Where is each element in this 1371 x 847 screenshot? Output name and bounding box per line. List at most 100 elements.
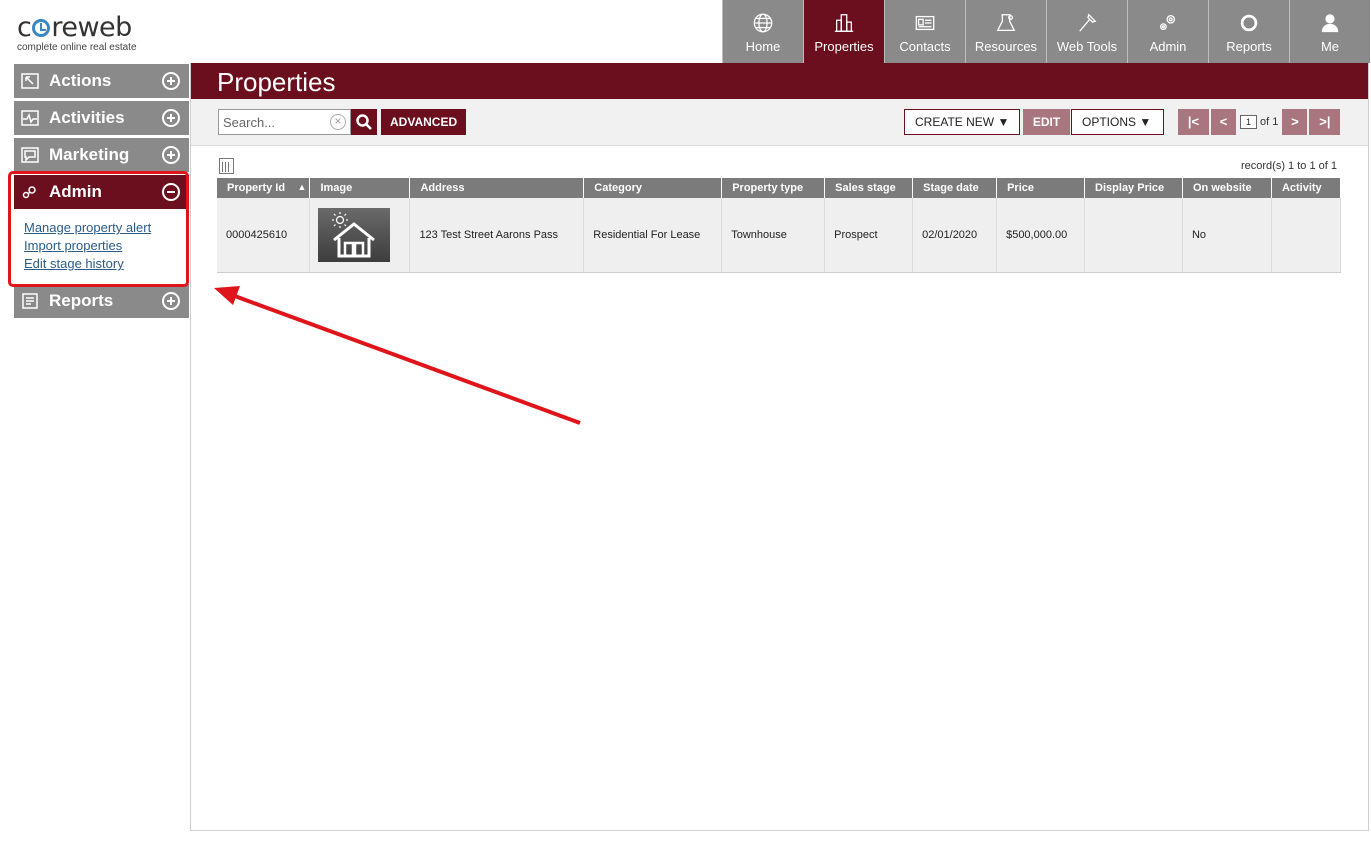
nav-resources-label: Resources	[974, 39, 1038, 54]
buildings-icon	[834, 14, 854, 32]
sidebar-label-actions: Actions	[49, 71, 112, 90]
dropdown-arrow-icon: ▼	[997, 115, 1010, 129]
create-new-label: CREATE NEW	[915, 115, 995, 129]
nav-web-tools-label: Web Tools	[1056, 39, 1118, 54]
nav-home[interactable]: Home	[722, 0, 803, 63]
nav-reports-label: Reports	[1226, 39, 1272, 54]
column-header[interactable]: Property Id ▲	[217, 178, 311, 198]
user-icon	[1321, 14, 1339, 33]
cell-stage-date: 02/01/2020	[912, 198, 998, 273]
create-new-button[interactable]: CREATE NEW ▼	[904, 109, 1020, 135]
main-panel: Properties × ADVANCED CREATE NEW ▼ EDIT …	[190, 63, 1369, 831]
top-navigation: Home Properties Contacts Resources Web T…	[722, 0, 1370, 63]
expand-plus-icon[interactable]	[162, 146, 180, 164]
sidebar: Actions Activities Marketing Admin Manag…	[14, 64, 189, 321]
nav-admin[interactable]: Admin	[1127, 0, 1208, 63]
page-title: Properties	[191, 63, 1368, 99]
cell-on-website: No	[1182, 198, 1272, 273]
cell-property-type: Townhouse	[721, 198, 826, 273]
coreweb-logo[interactable]: c reweb complete online real estate	[17, 14, 137, 54]
column-header[interactable]: Property type	[721, 178, 826, 198]
search-input[interactable]	[219, 110, 324, 134]
column-header[interactable]: On website	[1182, 178, 1272, 198]
sidebar-section-activities[interactable]: Activities	[14, 101, 189, 135]
contact-card-icon	[915, 15, 935, 31]
nav-properties[interactable]: Properties	[803, 0, 884, 63]
sidebar-label-admin: Admin	[49, 182, 102, 201]
logo-clock-icon	[32, 19, 51, 37]
nav-me-label: Me	[1320, 39, 1340, 54]
first-page-button[interactable]: |<	[1178, 109, 1209, 135]
nav-contacts[interactable]: Contacts	[884, 0, 965, 63]
collapse-minus-icon[interactable]	[162, 183, 180, 201]
cell-property-id: 0000425610	[217, 198, 311, 273]
column-header[interactable]: Price	[996, 178, 1086, 198]
lab-flask-icon	[996, 14, 1016, 31]
next-page-button[interactable]: >	[1282, 109, 1308, 135]
nav-properties-label: Properties	[814, 39, 874, 54]
edit-stage-history-link[interactable]: Edit stage history	[24, 255, 179, 273]
actions-icon	[19, 72, 41, 90]
page-count: of 1	[1260, 116, 1279, 128]
column-header[interactable]: Display Price	[1084, 178, 1183, 198]
toolbar: × ADVANCED CREATE NEW ▼ EDIT OPTIONS ▼ |…	[191, 99, 1368, 146]
column-header[interactable]: Activity	[1271, 178, 1342, 198]
last-page-button[interactable]: >|	[1309, 109, 1341, 135]
column-header[interactable]: Category	[583, 178, 723, 198]
table-row[interactable]: 0000425610 123 Test Street Aarons Pass R…	[217, 198, 1342, 273]
sidebar-label-reports: Reports	[49, 291, 114, 310]
sidebar-section-actions[interactable]: Actions	[14, 64, 189, 98]
document-icon	[19, 292, 41, 310]
nav-web-tools[interactable]: Web Tools	[1046, 0, 1127, 63]
table-header-row: Property Id ▲ Image Address Category Prop…	[217, 178, 1342, 198]
nav-reports[interactable]: Reports	[1208, 0, 1289, 63]
house-placeholder-icon[interactable]	[318, 207, 391, 262]
expand-plus-icon[interactable]	[162, 72, 180, 90]
cell-activity	[1271, 198, 1342, 273]
cell-price: $500,000.00	[996, 198, 1086, 273]
manage-property-alert-link[interactable]: Manage property alert	[24, 219, 179, 237]
column-header[interactable]: Address	[409, 178, 585, 198]
expand-plus-icon[interactable]	[162, 292, 180, 310]
magnifier-icon	[356, 114, 372, 130]
sort-ascending-icon: ▲	[297, 182, 307, 192]
column-header[interactable]: Stage date	[912, 178, 998, 198]
nav-resources[interactable]: Resources	[965, 0, 1046, 63]
page-number-input[interactable]: 1	[1240, 115, 1257, 129]
logo-tagline: complete online real estate	[17, 42, 137, 53]
records-count: record(s) 1 to 1 of 1	[1241, 160, 1337, 172]
sidebar-section-admin[interactable]: Admin	[14, 175, 189, 209]
pagination: |< < 1 of 1 > >|	[1178, 109, 1342, 135]
sidebar-section-reports[interactable]: Reports	[14, 284, 189, 318]
dropdown-arrow-icon: ▼	[1139, 115, 1152, 129]
chat-bubble-icon	[19, 146, 41, 164]
nav-admin-label: Admin	[1149, 39, 1187, 54]
gears-icon	[1160, 15, 1176, 31]
expand-plus-icon[interactable]	[162, 109, 180, 127]
clear-search-icon[interactable]: ×	[330, 114, 346, 130]
cell-image	[309, 198, 411, 273]
sidebar-label-activities: Activities	[49, 108, 125, 127]
hammer-icon	[1079, 13, 1097, 32]
prev-page-button[interactable]: <	[1211, 109, 1236, 135]
column-chooser-icon[interactable]	[219, 158, 234, 174]
sidebar-label-marketing: Marketing	[49, 145, 130, 164]
cell-display-price	[1084, 198, 1183, 273]
sidebar-section-marketing[interactable]: Marketing	[14, 138, 189, 172]
column-header[interactable]: Sales stage	[824, 178, 914, 198]
column-header[interactable]: Image	[309, 178, 411, 198]
admin-links: Manage property alert Import properties …	[14, 209, 189, 285]
globe-icon	[753, 13, 773, 33]
search-button[interactable]	[351, 109, 377, 135]
advanced-search-button[interactable]: ADVANCED	[381, 109, 467, 135]
activity-pulse-icon	[19, 109, 41, 127]
import-properties-link[interactable]: Import properties	[24, 237, 179, 255]
nav-home-label: Home	[745, 39, 781, 54]
cell-sales-stage: Prospect	[824, 198, 914, 273]
edit-button[interactable]: EDIT	[1023, 109, 1070, 135]
lifebuoy-icon	[1240, 14, 1258, 32]
nav-me[interactable]: Me	[1289, 0, 1370, 63]
cell-category: Residential For Lease	[583, 198, 723, 273]
key-icon	[19, 183, 41, 201]
options-button[interactable]: OPTIONS ▼	[1071, 109, 1164, 135]
